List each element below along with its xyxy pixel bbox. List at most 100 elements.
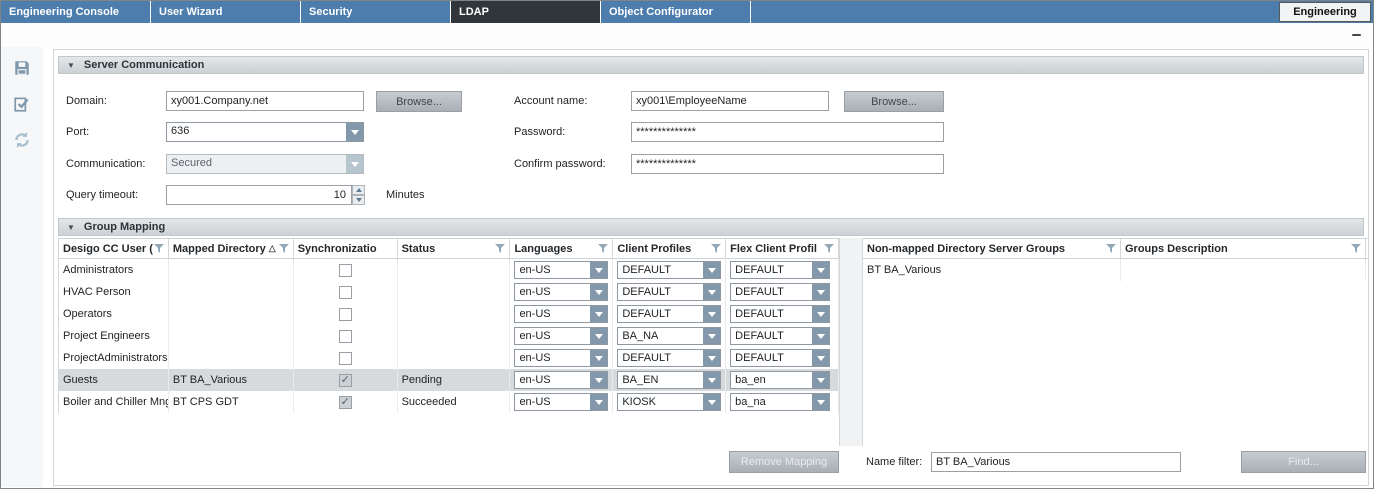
table-row[interactable]: Administrators en-US DEFAULT DEFAULT bbox=[59, 259, 839, 281]
tab-ldap[interactable]: LDAP bbox=[451, 1, 601, 23]
client-profile-select[interactable]: DEFAULT bbox=[617, 283, 721, 301]
filter-icon[interactable] bbox=[154, 244, 164, 253]
filter-icon[interactable] bbox=[279, 244, 289, 253]
port-select[interactable]: 636 bbox=[166, 122, 364, 142]
client-profile-select[interactable]: DEFAULT bbox=[617, 349, 721, 367]
client-profile-select[interactable]: DEFAULT bbox=[617, 261, 721, 279]
account-name-label: Account name: bbox=[514, 95, 587, 107]
table-row[interactable]: Project Engineers en-US BA_NA DEFAULT bbox=[59, 325, 839, 347]
column-header-nonmapped-groups[interactable]: Non-mapped Directory Server Groups bbox=[863, 239, 1121, 258]
spinner-up-icon[interactable] bbox=[352, 185, 365, 195]
cell-client-profile: BA_NA bbox=[613, 325, 726, 347]
name-filter-input[interactable] bbox=[931, 452, 1181, 472]
confirm-password-input[interactable] bbox=[631, 154, 944, 174]
engineering-mode-button[interactable]: Engineering bbox=[1279, 2, 1371, 22]
filter-icon[interactable] bbox=[598, 244, 608, 253]
tab-engineering-console[interactable]: Engineering Console bbox=[1, 1, 151, 23]
account-browse-button[interactable]: Browse... bbox=[844, 91, 944, 112]
language-value: en-US bbox=[515, 262, 590, 278]
language-value: en-US bbox=[515, 372, 590, 388]
cell-user: HVAC Person bbox=[59, 281, 169, 303]
save-icon[interactable] bbox=[13, 59, 31, 77]
find-button[interactable]: Find... bbox=[1241, 451, 1366, 473]
password-input[interactable] bbox=[631, 122, 944, 142]
flex-profile-select[interactable]: DEFAULT bbox=[730, 283, 830, 301]
client-profile-select[interactable]: KIOSK bbox=[617, 393, 721, 411]
cell-flex-profile: DEFAULT bbox=[726, 303, 839, 325]
account-name-input[interactable] bbox=[631, 91, 829, 111]
query-timeout-input[interactable] bbox=[166, 185, 352, 205]
client-profile-select[interactable]: BA_EN bbox=[617, 371, 721, 389]
cell-synchronization bbox=[294, 325, 398, 347]
panel-splitter[interactable] bbox=[839, 238, 863, 446]
refresh-icon[interactable] bbox=[13, 131, 31, 149]
column-label: Flex Client Profil bbox=[730, 243, 817, 255]
filter-icon[interactable] bbox=[711, 244, 721, 253]
table-row[interactable]: Boiler and Chiller Mng BT CPS GDT Succee… bbox=[59, 391, 839, 413]
column-label: Non-mapped Directory Server Groups bbox=[867, 243, 1065, 255]
language-value: en-US bbox=[515, 284, 590, 300]
chevron-down-icon bbox=[346, 123, 363, 141]
language-select[interactable]: en-US bbox=[514, 283, 608, 301]
flex-profile-select[interactable]: DEFAULT bbox=[730, 327, 830, 345]
tab-security[interactable]: Security bbox=[301, 1, 451, 23]
flex-profile-select[interactable]: DEFAULT bbox=[730, 349, 830, 367]
column-header-user[interactable]: Desigo CC User ( bbox=[59, 239, 169, 258]
communication-select[interactable]: Secured bbox=[166, 154, 364, 174]
column-header-client-profiles[interactable]: Client Profiles bbox=[613, 239, 726, 258]
column-header-synchronization[interactable]: Synchronizatio bbox=[294, 239, 398, 258]
flex-profile-select[interactable]: DEFAULT bbox=[730, 305, 830, 323]
cell-flex-profile: DEFAULT bbox=[726, 347, 839, 369]
language-select[interactable]: en-US bbox=[514, 393, 608, 411]
client-profile-select[interactable]: BA_NA bbox=[617, 327, 721, 345]
language-select[interactable]: en-US bbox=[514, 327, 608, 345]
remove-mapping-button[interactable]: Remove Mapping bbox=[729, 451, 839, 473]
sync-checkbox[interactable] bbox=[339, 286, 352, 299]
flex-profile-select[interactable]: DEFAULT bbox=[730, 261, 830, 279]
spinner-down-icon[interactable] bbox=[352, 195, 365, 205]
language-select[interactable]: en-US bbox=[514, 261, 608, 279]
client-profile-select[interactable]: DEFAULT bbox=[617, 305, 721, 323]
cell-client-profile: DEFAULT bbox=[613, 281, 726, 303]
flex-profile-select[interactable]: ba_en bbox=[730, 371, 830, 389]
language-value: en-US bbox=[515, 350, 590, 366]
sort-ascending-icon[interactable]: △ bbox=[269, 243, 276, 254]
server-communication-header[interactable]: ▼ Server Communication bbox=[58, 56, 1364, 74]
sync-checkbox[interactable] bbox=[339, 330, 352, 343]
sync-checkbox[interactable] bbox=[339, 308, 352, 321]
domain-input[interactable] bbox=[166, 91, 364, 111]
query-timeout-label: Query timeout: bbox=[66, 189, 138, 201]
column-header-mapped-directory[interactable]: Mapped Directory△ bbox=[169, 239, 294, 258]
table-row[interactable]: BT BA_Various bbox=[863, 259, 1368, 281]
table-row[interactable]: Operators en-US DEFAULT DEFAULT bbox=[59, 303, 839, 325]
sync-checkbox[interactable] bbox=[339, 264, 352, 277]
flex-profile-value: DEFAULT bbox=[731, 262, 812, 278]
flex-profile-select[interactable]: ba_na bbox=[730, 393, 830, 411]
tab-object-configurator[interactable]: Object Configurator bbox=[601, 1, 751, 23]
domain-browse-button[interactable]: Browse... bbox=[376, 91, 462, 112]
left-toolbar bbox=[1, 47, 43, 487]
tab-user-wizard[interactable]: User Wizard bbox=[151, 1, 301, 23]
sync-checkbox[interactable] bbox=[339, 374, 352, 387]
column-header-status[interactable]: Status bbox=[398, 239, 511, 258]
filter-icon[interactable] bbox=[824, 244, 834, 253]
table-row[interactable]: HVAC Person en-US DEFAULT DEFAULT bbox=[59, 281, 839, 303]
collapse-icon[interactable] bbox=[1352, 34, 1361, 36]
column-header-groups-description[interactable]: Groups Description bbox=[1121, 239, 1366, 258]
validate-icon[interactable] bbox=[13, 95, 31, 113]
sync-checkbox[interactable] bbox=[339, 352, 352, 365]
filter-icon[interactable] bbox=[1106, 244, 1116, 253]
filter-icon[interactable] bbox=[1351, 244, 1361, 253]
language-select[interactable]: en-US bbox=[514, 349, 608, 367]
sync-checkbox[interactable] bbox=[339, 396, 352, 409]
language-select[interactable]: en-US bbox=[514, 305, 608, 323]
column-header-flex-client-profile[interactable]: Flex Client Profil bbox=[726, 239, 839, 258]
chevron-down-icon bbox=[346, 155, 363, 173]
filter-icon[interactable] bbox=[495, 244, 505, 253]
table-row[interactable]: ProjectAdministrators en-US DEFAULT DEFA… bbox=[59, 347, 839, 369]
language-select[interactable]: en-US bbox=[514, 371, 608, 389]
table-row[interactable]: Guests BT BA_Various Pending en-US BA_EN… bbox=[59, 369, 839, 391]
column-header-languages[interactable]: Languages bbox=[510, 239, 613, 258]
cell-synchronization bbox=[294, 347, 398, 369]
group-mapping-header[interactable]: ▼ Group Mapping bbox=[58, 218, 1364, 236]
